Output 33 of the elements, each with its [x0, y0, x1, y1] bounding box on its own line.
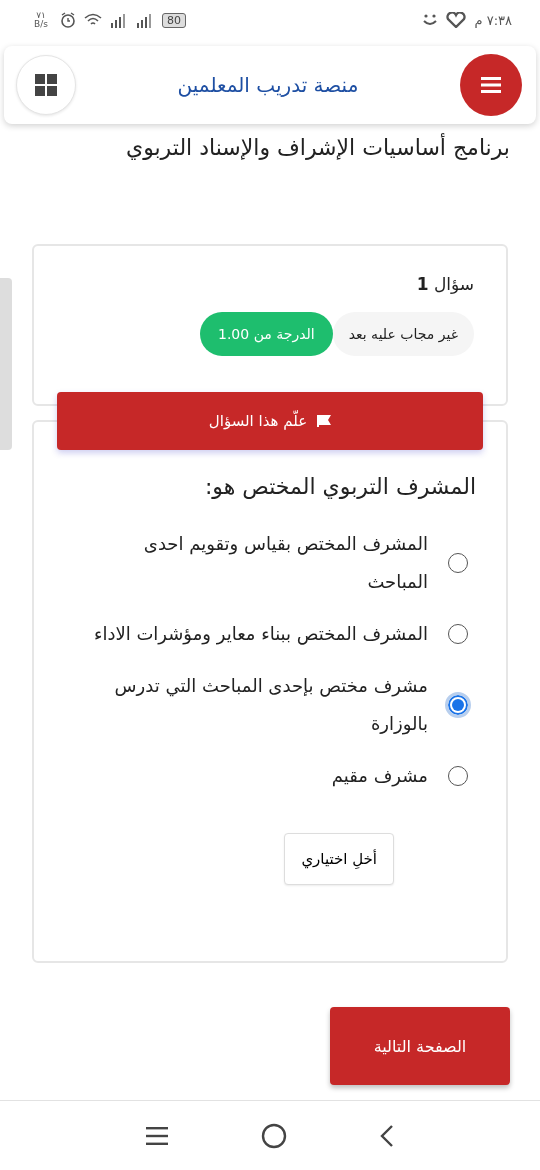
flag-icon [317, 415, 332, 427]
back-icon[interactable] [379, 1123, 394, 1148]
menu-icon[interactable] [146, 1126, 169, 1145]
apps-button[interactable] [16, 55, 76, 115]
menu-icon [481, 77, 501, 93]
option-label[interactable]: مشرف مختص بإحدى المباحث التي تدرس بالوزارة [88, 667, 428, 743]
signal-icon [136, 12, 154, 28]
question-text: المشرف التربوي المختص هو: [203, 474, 476, 499]
heart-icon [446, 12, 467, 28]
radio-button[interactable] [448, 624, 468, 644]
option-label[interactable]: المشرف المختص ببناء معاير ومؤشرات الاداء [93, 615, 428, 653]
option-label[interactable]: مشرف مقيم [331, 757, 428, 795]
grade-badge: الدرجة من 1.00 [200, 312, 333, 356]
site-title: منصة تدريب المعلمين [177, 73, 359, 97]
home-icon[interactable] [261, 1122, 287, 1149]
grid-icon [35, 74, 57, 96]
smile-icon [422, 13, 439, 27]
status-badge: غير مجاب عليه بعد [332, 312, 474, 356]
drawer-handle[interactable] [0, 278, 12, 450]
wifi-icon [84, 13, 102, 27]
clock-time: ٧:٣٨ م [474, 12, 512, 28]
clear-choice-button[interactable]: أخلِ اختياري [284, 833, 394, 885]
flag-question-button[interactable]: علّم هذا السؤال [57, 392, 483, 450]
alarm-icon [60, 12, 76, 28]
option-label[interactable]: المشرف المختص بقياس وتقويم احدى المباحث [88, 525, 428, 601]
next-page-button[interactable]: الصفحة التالية [330, 1007, 510, 1085]
network-speed: ٧١ B/s [33, 11, 49, 29]
radio-button[interactable] [448, 553, 468, 573]
signal-icon [110, 12, 128, 28]
battery-level: 80 [162, 12, 186, 28]
course-title: برنامج أساسيات الإشراف والإسناد التربوي [124, 132, 511, 162]
radio-button[interactable] [448, 695, 468, 715]
radio-button[interactable] [448, 766, 468, 786]
